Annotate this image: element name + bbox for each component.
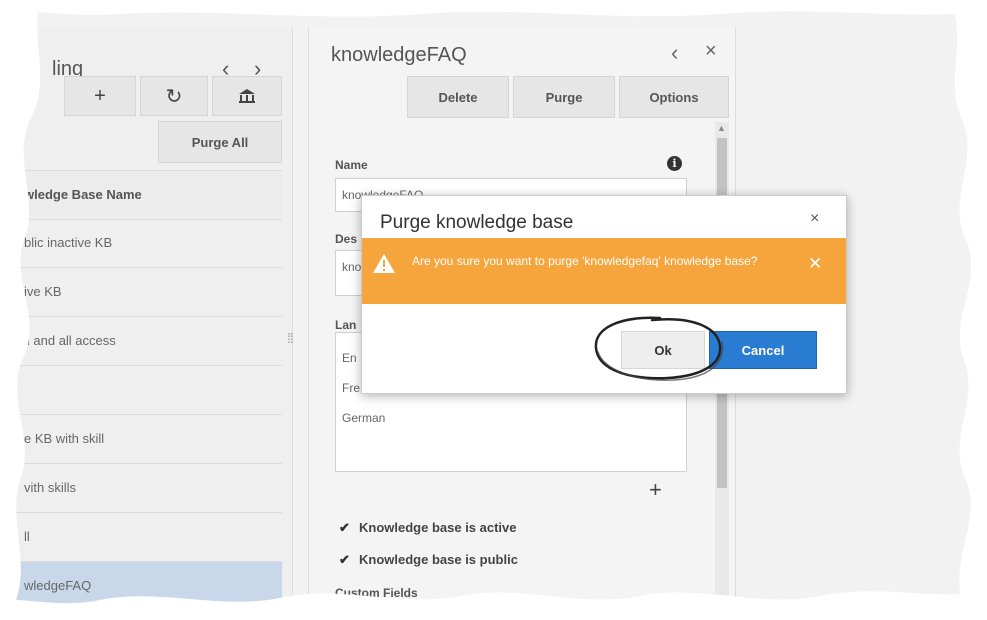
table-row[interactable]: blic inactive KB	[0, 219, 282, 268]
dialog-title: Purge knowledge base	[380, 212, 574, 233]
archive-button[interactable]	[212, 76, 282, 116]
table-row[interactable]: ive KB	[0, 268, 282, 317]
purge-all-button[interactable]: Purge All	[158, 121, 282, 163]
refresh-button[interactable]: ↻	[140, 76, 208, 116]
ok-highlight-circle	[594, 316, 724, 381]
table-row[interactable]	[0, 366, 282, 415]
panel-splitter-handle[interactable]: ⁞⁞	[287, 330, 294, 346]
languages-label: Lan	[335, 318, 357, 332]
table-row[interactable]: ll and all access	[0, 317, 282, 366]
warning-banner: Are you sure you want to purge 'knowledg…	[362, 238, 846, 304]
checkmark-icon: ✔	[339, 551, 350, 567]
refresh-icon: ↻	[165, 85, 183, 108]
plus-icon: +	[94, 84, 106, 107]
column-header-kb-name[interactable]: wledge Base Name	[0, 170, 282, 220]
table-row-selected[interactable]: wledgeFAQ	[0, 562, 282, 611]
app-screen: ling ‹ › + ↻ Purge All wledge Base Name …	[0, 0, 987, 620]
detail-panel-title: knowledgeFAQ	[331, 44, 467, 66]
checkmark-icon: ✔	[339, 519, 350, 535]
scroll-up-arrow-icon[interactable]: ▲	[717, 123, 726, 133]
list-item[interactable]: Fre	[342, 381, 360, 395]
add-button[interactable]: +	[64, 76, 136, 116]
chevron-left-icon[interactable]: ‹	[671, 40, 678, 66]
info-icon[interactable]: i	[667, 156, 682, 171]
description-label: Des	[335, 232, 358, 246]
table-row[interactable]: vith skills	[0, 464, 282, 513]
bank-icon	[239, 89, 255, 103]
close-icon[interactable]: ×	[705, 40, 717, 63]
table-row[interactable]: e KB with skill	[0, 415, 282, 464]
list-item[interactable]: German	[342, 411, 385, 425]
table-row[interactable]: ll	[0, 513, 282, 562]
name-label: Name	[335, 158, 368, 172]
dismiss-warning-icon[interactable]: ✕	[808, 254, 822, 274]
add-language-icon[interactable]: +	[649, 477, 662, 503]
options-button[interactable]: Options	[619, 76, 729, 118]
active-checkbox[interactable]: ✔ Knowledge base is active	[339, 520, 517, 535]
warning-icon	[373, 254, 395, 273]
public-checkbox[interactable]: ✔ Knowledge base is public	[339, 552, 518, 567]
knowledge-base-list-panel: ling ‹ › + ↻ Purge All wledge Base Name …	[0, 28, 293, 620]
purge-button[interactable]: Purge	[513, 76, 615, 118]
delete-button[interactable]: Delete	[407, 76, 509, 118]
active-checkbox-label: Knowledge base is active	[359, 520, 517, 535]
custom-fields-label: Custom Fields	[335, 586, 418, 600]
public-checkbox-label: Knowledge base is public	[359, 552, 518, 567]
list-item[interactable]: En	[342, 351, 357, 365]
warning-message: Are you sure you want to purge 'knowledg…	[412, 254, 758, 268]
close-icon[interactable]: ×	[810, 210, 819, 228]
